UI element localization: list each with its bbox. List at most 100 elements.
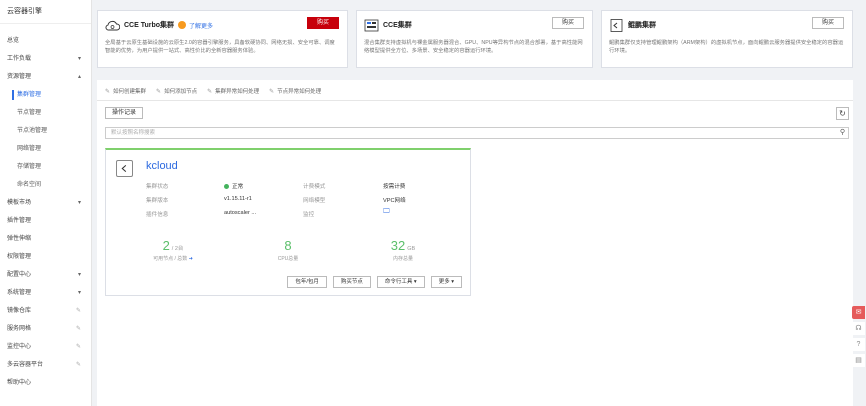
sidebar-item-label: 权限管理	[7, 254, 32, 260]
stat-cpu: 8 CPU总量	[277, 238, 299, 262]
monitor-label: 监控	[303, 212, 315, 218]
sidebar: 云容器引擎 总览 工作负载 ▾ 资源管理 ▴ 集群管理 节点管理 节点池管理 网络管…	[0, 0, 92, 406]
sidebar-item-service-mesh[interactable]: 服务网格 ✎	[0, 320, 91, 338]
edit-icon: ✎	[156, 88, 162, 95]
version-label: 集群版本	[146, 198, 169, 204]
refresh-button[interactable]: ↻	[836, 107, 849, 120]
sidebar-item-namespaces[interactable]: 命名空间	[0, 176, 91, 194]
buy-node-button[interactable]: 购买节点	[332, 276, 371, 288]
buy-cce-button[interactable]: 购买	[552, 17, 584, 29]
help-link-node-error[interactable]: ✎ 节点异常如何处理	[269, 87, 321, 96]
network-label: 网络模型	[303, 198, 326, 204]
edit-icon: ✎	[207, 88, 213, 95]
sidebar-item-label: 节点管理	[17, 110, 42, 116]
sidebar-item-network-mgmt[interactable]: 网络管理	[0, 140, 91, 158]
chevron-down-icon: ▾	[77, 56, 81, 62]
card-description: 混合集群支持虚拟机与裸金属服务器混合、GPU、NPU等异构节点的混合部署，基于高…	[364, 40, 583, 54]
feedback-icon[interactable]: ✉	[852, 306, 865, 319]
sidebar-item-label: 存储管理	[17, 164, 42, 170]
sidebar-item-autoscaling[interactable]: 弹性伸缩	[0, 230, 91, 248]
new-badge-icon	[178, 21, 187, 29]
sidebar-item-label: 配置中心	[7, 272, 32, 278]
sidebar-item-label: 资源管理	[7, 74, 32, 80]
cluster-icon	[364, 19, 379, 31]
help-link-create-cluster[interactable]: ✎ 如何创建集群	[105, 87, 146, 96]
subscription-button[interactable]: 包年/包月	[287, 276, 327, 288]
service-title: 云容器引擎	[0, 0, 91, 24]
version-value: v1.15.11-r1	[224, 196, 252, 202]
sidebar-item-label: 命名空间	[17, 182, 42, 188]
card-cce: CCE集群 购买 混合集群支持虚拟机与裸金属服务器混合、GPU、NPU等异构节点…	[356, 10, 593, 68]
cluster-type-cards: CCE Turbo集群 了解更多 购买 全局基于云原生基础设施的云原生2.0的容…	[97, 10, 853, 72]
cli-tools-button[interactable]: 命令行工具 ▾	[376, 276, 425, 288]
help-link-add-node[interactable]: ✎ 如何添加节点	[156, 87, 197, 96]
chevron-down-icon: ▾	[77, 272, 81, 278]
chevron-down-icon: ▾	[77, 290, 81, 296]
learn-more-link[interactable]: 了解更多	[189, 21, 213, 30]
card-kunpeng: 鲲鹏集群 购买 鲲鹏集群仅支持管理鲲鹏架构（ARM架构）的虚拟机节点，面向鲲鹏云…	[601, 10, 853, 68]
stat-memory: 32 GB 内存总量	[390, 238, 416, 262]
sidebar-item-monitoring[interactable]: 监控中心 ✎	[0, 338, 91, 356]
sidebar-item-label: 工作负载	[7, 56, 32, 62]
more-button[interactable]: 更多 ▾	[430, 276, 462, 288]
main-content: CCE Turbo集群 了解更多 购买 全局基于云原生基础设施的云原生2.0的容…	[97, 0, 853, 406]
sidebar-item-multicloud[interactable]: 多云容器平台 ✎	[0, 356, 91, 374]
search-input[interactable]	[106, 128, 826, 138]
status-dot-icon	[224, 183, 229, 189]
search-box: ⚲	[105, 127, 849, 139]
sidebar-item-label: 网络管理	[17, 146, 42, 152]
stat-nodes: 2/ 2台 可用节点 / 总数 ➜	[153, 238, 193, 262]
network-value: VPC网络	[383, 198, 406, 204]
sidebar-item-config-center[interactable]: 配置中心 ▾	[0, 266, 91, 284]
billing-label: 计费模式	[303, 184, 326, 190]
pin-icon: ✎	[75, 308, 81, 314]
buy-cce-turbo-button[interactable]: 购买	[307, 17, 339, 29]
cluster-name[interactable]: kcloud	[146, 160, 178, 172]
sidebar-item-templates[interactable]: 模板市场 ▾	[0, 194, 91, 212]
support-icon[interactable]: ☊	[852, 322, 865, 335]
sidebar-item-label: 集群管理	[17, 92, 42, 98]
sidebar-item-label: 弹性伸缩	[7, 236, 32, 242]
sidebar-item-node-mgmt[interactable]: 节点管理	[0, 104, 91, 122]
sidebar-item-cluster-mgmt[interactable]: 集群管理	[0, 86, 91, 104]
monitor-icon[interactable]: 🖵	[383, 208, 390, 216]
status-badge: 正常	[224, 182, 243, 190]
sidebar-item-label: 总览	[7, 38, 20, 44]
help-link-cluster-error[interactable]: ✎ 集群异常如何处理	[207, 87, 259, 96]
sidebar-item-image-repo[interactable]: 镜像仓库 ✎	[0, 302, 91, 320]
arrow-right-icon[interactable]: ➜	[189, 256, 193, 262]
sidebar-item-storage-mgmt[interactable]: 存储管理	[0, 158, 91, 176]
search-icon[interactable]: ⚲	[840, 128, 845, 136]
sidebar-item-label: 帮助中心	[7, 380, 32, 386]
sidebar-item-label: 多云容器平台	[7, 362, 44, 368]
cluster-card: kcloud 集群状态 正常 计费模式 按需计费 集群版本 v1.15.11-r…	[105, 148, 471, 296]
cluster-actions: 包年/包月 购买节点 命令行工具 ▾ 更多 ▾	[287, 276, 462, 288]
card-description: 全局基于云原生基础设施的云原生2.0的容器引擎服务，具备软硬协同、网络无损、安全…	[105, 40, 335, 54]
sidebar-item-plugins[interactable]: 插件管理	[0, 212, 91, 230]
notes-icon[interactable]: ▤	[852, 354, 865, 367]
chevron-up-icon: ▴	[77, 74, 81, 80]
sidebar-item-label: 模板市场	[7, 200, 32, 206]
sidebar-item-label: 节点池管理	[17, 128, 48, 134]
sidebar-item-permissions[interactable]: 权限管理	[0, 248, 91, 266]
sidebar-item-system-mgmt[interactable]: 系统管理 ▾	[0, 284, 91, 302]
pin-icon: ✎	[75, 344, 81, 350]
buy-kunpeng-button[interactable]: 购买	[812, 17, 844, 29]
pin-icon: ✎	[75, 326, 81, 332]
sidebar-item-overview[interactable]: 总览	[0, 32, 91, 50]
operation-records-button[interactable]: 操作记录	[105, 107, 143, 119]
refresh-icon: ↻	[839, 109, 846, 118]
edit-icon: ✎	[105, 88, 111, 95]
sidebar-item-help[interactable]: 帮助中心	[0, 374, 91, 392]
sidebar-item-label: 服务网格	[7, 326, 32, 332]
sidebar-item-workloads[interactable]: 工作负载 ▾	[0, 50, 91, 68]
sidebar-item-resources[interactable]: 资源管理 ▴	[0, 68, 91, 86]
kunpeng-icon	[610, 18, 623, 32]
sidebar-item-nodepool-mgmt[interactable]: 节点池管理	[0, 122, 91, 140]
pin-icon: ✎	[75, 362, 81, 368]
cluster-icon	[116, 160, 133, 177]
plugins-value[interactable]: autoscaler ...	[224, 210, 256, 216]
help-links: ✎ 如何创建集群 ✎ 如何添加节点 ✎ 集群异常如何处理 ✎ 节点异常如何处理	[105, 87, 321, 96]
help-icon[interactable]: ?	[852, 338, 865, 351]
billing-value: 按需计费	[383, 184, 406, 190]
